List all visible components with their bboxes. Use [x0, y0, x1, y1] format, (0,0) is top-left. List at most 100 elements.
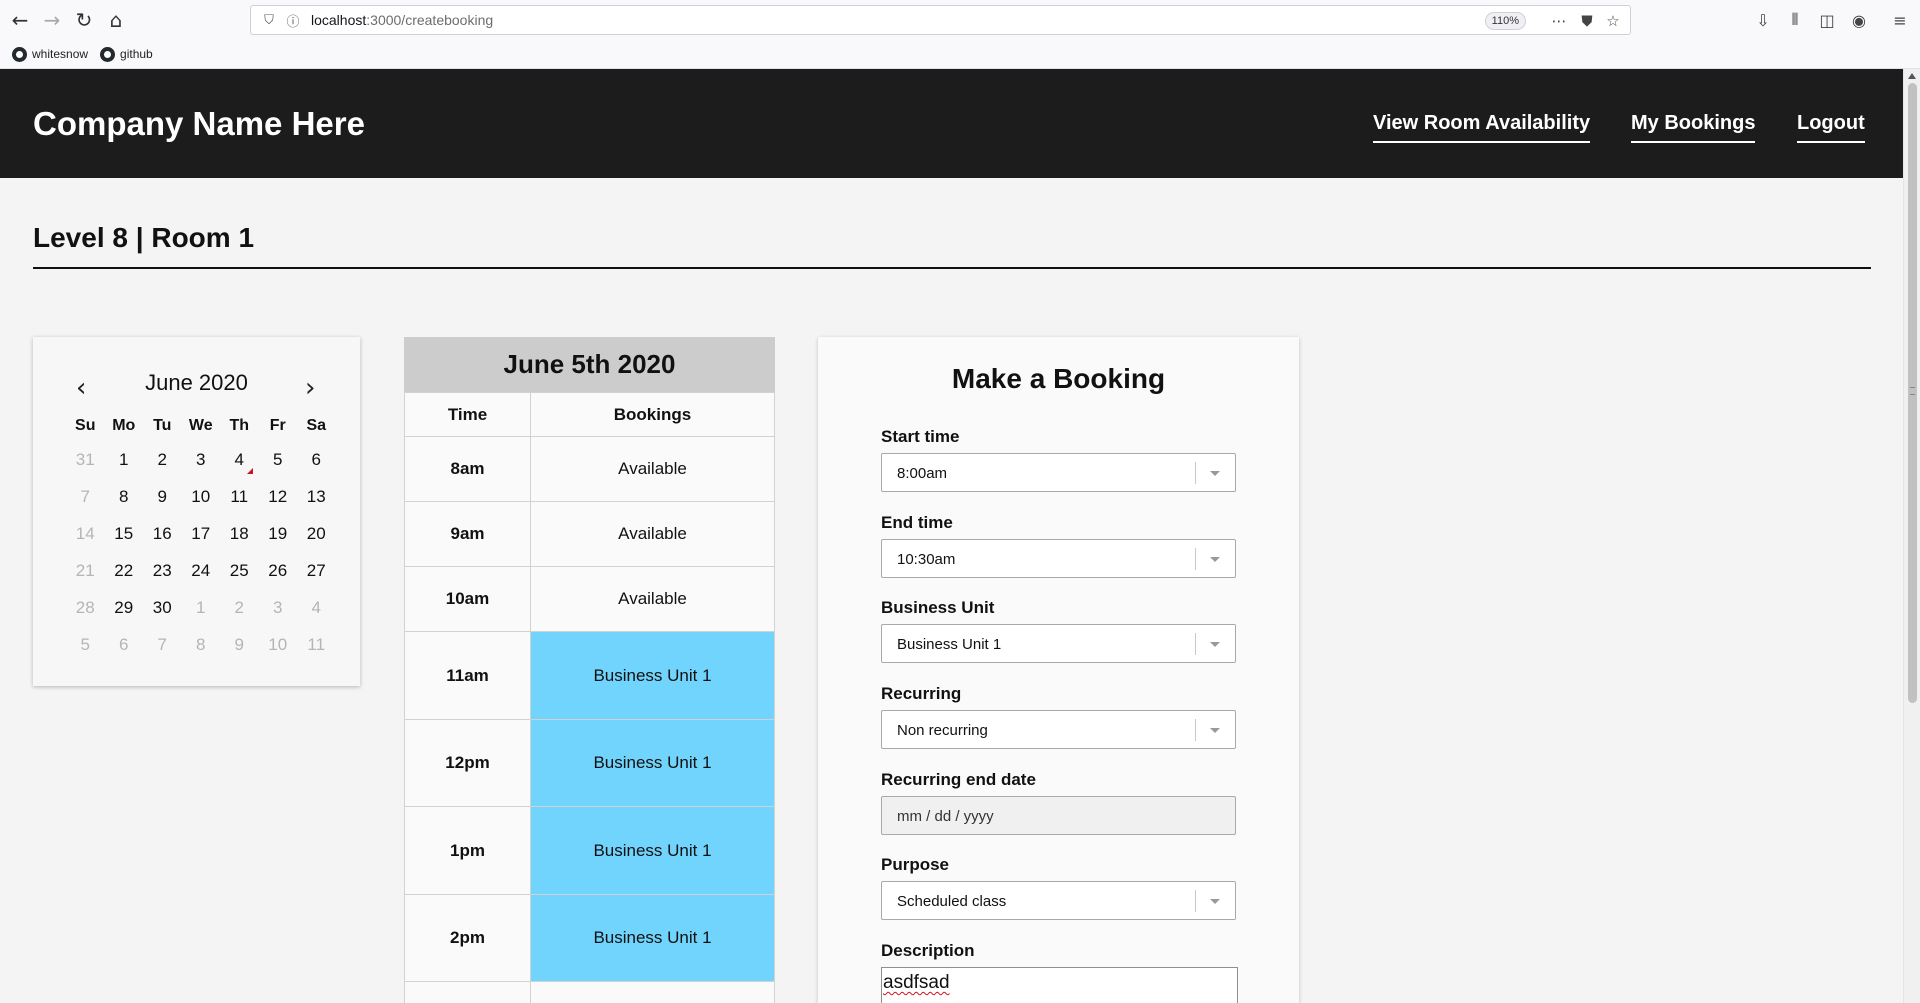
- calendar-day[interactable]: 1: [105, 450, 144, 470]
- browser-toolbar: ← → ↻ ⌂ ⛉ ⓘ localhost:3000/createbooking…: [0, 0, 1920, 40]
- slot-booking-booked[interactable]: Business Unit 1: [530, 631, 775, 720]
- calendar-day[interactable]: 5: [259, 450, 298, 470]
- description-value: asdfsad: [883, 972, 950, 993]
- forward-icon[interactable]: →: [36, 4, 68, 36]
- calendar-day[interactable]: 4: [297, 598, 336, 618]
- library-icon[interactable]: ⫴: [1783, 8, 1807, 32]
- select-value: Non recurring: [897, 722, 988, 739]
- calendar-day[interactable]: 10: [259, 635, 298, 655]
- calendar-day[interactable]: 5: [66, 635, 105, 655]
- calendar-day[interactable]: 8: [105, 487, 144, 507]
- prev-month-button[interactable]: ‹: [76, 373, 86, 403]
- scroll-up-icon[interactable]: [1908, 73, 1916, 79]
- calendar-day[interactable]: 18: [220, 524, 259, 544]
- slot-booking[interactable]: [530, 981, 775, 1003]
- shield-icon[interactable]: ⛉: [259, 10, 279, 30]
- purpose-select[interactable]: Scheduled class: [881, 881, 1236, 920]
- calendar-day[interactable]: 1: [182, 598, 221, 618]
- brand-title[interactable]: Company Name Here: [33, 105, 365, 143]
- calendar-day[interactable]: 11: [297, 635, 336, 655]
- start-time-select[interactable]: 8:00am: [881, 453, 1236, 492]
- slot-booking-booked[interactable]: Business Unit 1: [530, 806, 775, 895]
- info-icon[interactable]: ⓘ: [283, 10, 303, 30]
- calendar-day[interactable]: 2: [220, 598, 259, 618]
- menu-icon[interactable]: ≡: [1888, 8, 1912, 32]
- back-icon[interactable]: ←: [4, 4, 36, 36]
- pocket-icon[interactable]: ⛊: [1576, 10, 1598, 32]
- chevron-down-icon[interactable]: [1210, 471, 1220, 476]
- calendar-day[interactable]: 11: [220, 487, 259, 507]
- reload-icon[interactable]: ↻: [68, 4, 100, 36]
- sidebar-icon[interactable]: ◫: [1815, 8, 1839, 32]
- calendar-day[interactable]: 17: [182, 524, 221, 544]
- slot-booking-booked[interactable]: Business Unit 1: [530, 894, 775, 982]
- calendar-day-today[interactable]: 4: [220, 450, 259, 474]
- business-unit-select[interactable]: Business Unit 1: [881, 624, 1236, 663]
- next-month-button[interactable]: ›: [305, 373, 315, 403]
- slot-booking[interactable]: Available: [530, 501, 775, 567]
- calendar-day[interactable]: 30: [143, 598, 182, 618]
- calendar-day[interactable]: 12: [259, 487, 298, 507]
- calendar-day[interactable]: 21: [66, 561, 105, 581]
- scrollbar[interactable]: [1903, 69, 1920, 1003]
- calendar-day[interactable]: 8: [182, 635, 221, 655]
- calendar-day[interactable]: 22: [105, 561, 144, 581]
- chevron-down-icon[interactable]: [1210, 642, 1220, 647]
- bookmark-whitesnow[interactable]: whitesnow: [12, 46, 89, 62]
- chevron-down-icon[interactable]: [1210, 899, 1220, 904]
- slot-booking[interactable]: Available: [530, 436, 775, 502]
- slot-booking-booked[interactable]: Business Unit 1: [530, 719, 775, 807]
- calendar-day[interactable]: 6: [105, 635, 144, 655]
- zoom-level[interactable]: 110%: [1484, 12, 1526, 30]
- calendar-day[interactable]: 3: [259, 598, 298, 618]
- chevron-down-icon[interactable]: [1210, 557, 1220, 562]
- end-time-label: End time: [881, 513, 953, 532]
- calendar-day[interactable]: 7: [143, 635, 182, 655]
- calendar-week: 28 29 30 1 2 3 4: [66, 589, 336, 626]
- calendar-day[interactable]: 23: [143, 561, 182, 581]
- bookmark-star-icon[interactable]: ☆: [1602, 10, 1624, 32]
- calendar-day[interactable]: 24: [182, 561, 221, 581]
- calendar-grid: Su Mo Tu We Th Fr Sa 31 1 2 3 4 5 6 7 8 …: [66, 411, 336, 663]
- nav-logout[interactable]: Logout: [1797, 112, 1865, 143]
- calendar-day[interactable]: 10: [182, 487, 221, 507]
- bookmark-github[interactable]: github: [100, 46, 153, 62]
- calendar-day[interactable]: 26: [259, 561, 298, 581]
- recurring-select[interactable]: Non recurring: [881, 710, 1236, 749]
- account-icon[interactable]: ◉: [1847, 8, 1871, 32]
- calendar-day[interactable]: 25: [220, 561, 259, 581]
- calendar-day[interactable]: 20: [297, 524, 336, 544]
- more-actions-icon[interactable]: ⋯: [1548, 10, 1570, 32]
- slot-time: 12pm: [404, 719, 531, 807]
- slot-booking[interactable]: Available: [530, 566, 775, 632]
- calendar-day[interactable]: 3: [182, 450, 221, 470]
- calendar-day[interactable]: 9: [220, 635, 259, 655]
- calendar-day[interactable]: 31: [66, 450, 105, 470]
- bookmark-label: whitesnow: [32, 47, 89, 61]
- description-textarea[interactable]: asdfsad: [881, 967, 1238, 1003]
- url-text[interactable]: localhost:3000/createbooking: [311, 12, 493, 28]
- calendar-day[interactable]: 6: [297, 450, 336, 470]
- select-separator: [1195, 719, 1196, 741]
- select-value: 8:00am: [897, 465, 948, 482]
- chevron-down-icon[interactable]: [1210, 728, 1220, 733]
- calendar-day[interactable]: 28: [66, 598, 105, 618]
- calendar-day[interactable]: 13: [297, 487, 336, 507]
- calendar-day[interactable]: 14: [66, 524, 105, 544]
- calendar-day[interactable]: 27: [297, 561, 336, 581]
- url-bar[interactable]: ⛉ ⓘ localhost:3000/createbooking 110% ⋯ …: [250, 5, 1631, 35]
- end-time-select[interactable]: 10:30am: [881, 539, 1236, 578]
- calendar-day[interactable]: 7: [66, 487, 105, 507]
- table-row: 10am Available: [404, 566, 775, 632]
- calendar-day[interactable]: 2: [143, 450, 182, 470]
- nav-view-room-availability[interactable]: View Room Availability: [1373, 112, 1591, 143]
- calendar-day[interactable]: 29: [105, 598, 144, 618]
- recurring-end-date-input[interactable]: mm / dd / yyyy: [881, 796, 1236, 835]
- downloads-icon[interactable]: ⇩: [1751, 8, 1775, 32]
- calendar-day[interactable]: 19: [259, 524, 298, 544]
- calendar-day[interactable]: 9: [143, 487, 182, 507]
- home-icon[interactable]: ⌂: [100, 4, 132, 36]
- calendar-day[interactable]: 16: [143, 524, 182, 544]
- calendar-day[interactable]: 15: [105, 524, 144, 544]
- nav-my-bookings[interactable]: My Bookings: [1631, 112, 1756, 143]
